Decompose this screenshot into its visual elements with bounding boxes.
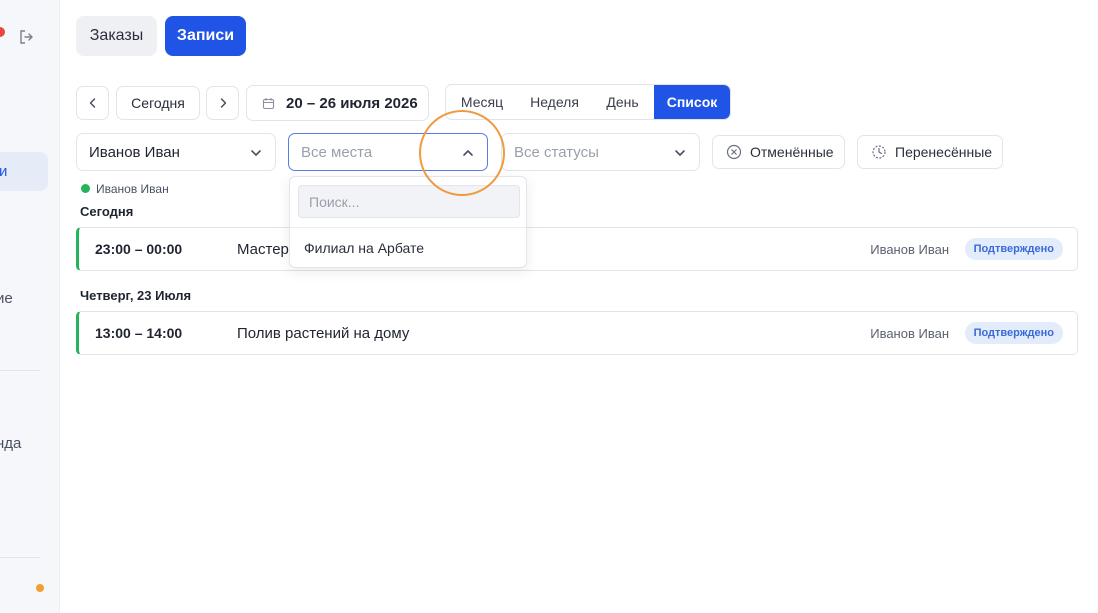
logout-icon[interactable] <box>18 29 34 45</box>
status-badge: Подтверждено <box>964 238 1063 260</box>
rescheduled-filter-label: Перенесённые <box>895 144 993 160</box>
status-dot <box>36 584 44 592</box>
next-period-button[interactable] <box>206 86 239 120</box>
place-option[interactable]: Филиал на Арбате <box>304 240 424 256</box>
sidebar: и ие нда <box>0 0 60 613</box>
event-title: Мастер <box>237 241 289 258</box>
rescheduled-filter-button[interactable]: Перенесённые <box>857 135 1003 169</box>
sidebar-item-active-label: и <box>0 163 7 180</box>
view-day-button[interactable]: День <box>591 85 654 119</box>
date-range-picker[interactable]: 20 – 26 июля 2026 <box>246 85 429 121</box>
cancelled-filter-button[interactable]: Отменённые <box>712 135 845 169</box>
event-time: 23:00 – 00:00 <box>95 241 183 257</box>
event-row[interactable]: 23:00 – 00:00 Мастер Иванов Иван Подтвер… <box>76 227 1078 271</box>
legend-employee-name: Иванов Иван <box>96 182 169 196</box>
clock-icon <box>872 145 886 159</box>
calendar-icon <box>262 97 275 109</box>
tab-orders[interactable]: Заказы <box>76 16 157 56</box>
sidebar-divider <box>0 370 40 371</box>
notification-dot <box>0 27 5 37</box>
places-dropdown: Филиал на Арбате <box>289 176 527 268</box>
employee-select[interactable]: Иванов Иван <box>76 133 276 171</box>
sidebar-divider <box>0 557 40 558</box>
click-highlight-ring <box>419 110 505 196</box>
event-person: Иванов Иван <box>870 326 949 341</box>
event-title: Полив растений на дому <box>237 325 410 342</box>
places-select-placeholder: Все места <box>301 143 373 161</box>
statuses-select[interactable]: Все статусы <box>501 133 700 171</box>
event-row[interactable]: 13:00 – 14:00 Полив растений на дому Ива… <box>76 311 1078 355</box>
date-range-text: 20 – 26 июля 2026 <box>286 94 418 112</box>
statuses-select-placeholder: Все статусы <box>514 143 599 161</box>
tab-bookings[interactable]: Записи <box>165 16 246 56</box>
sidebar-item-label[interactable]: нда <box>0 435 21 452</box>
day-heading: Четверг, 23 Июля <box>80 288 192 303</box>
cancel-circle-icon <box>726 144 742 160</box>
event-time: 13:00 – 14:00 <box>95 325 183 341</box>
places-search-input[interactable] <box>298 185 520 218</box>
employee-select-value: Иванов Иван <box>89 143 180 161</box>
chevron-right-icon <box>220 98 226 108</box>
sidebar-item-label[interactable]: ие <box>0 290 13 307</box>
chevron-left-icon <box>89 98 95 108</box>
cancelled-filter-label: Отменённые <box>750 144 834 160</box>
employee-color-dot <box>81 184 90 193</box>
day-heading: Сегодня <box>80 204 134 219</box>
view-list-button[interactable]: Список <box>654 85 730 119</box>
chevron-down-icon <box>251 150 261 156</box>
view-switcher: Месяц Неделя День Список <box>445 84 731 120</box>
prev-period-button[interactable] <box>76 86 109 120</box>
view-week-button[interactable]: Неделя <box>518 85 591 119</box>
event-person: Иванов Иван <box>870 242 949 257</box>
status-badge: Подтверждено <box>964 322 1063 344</box>
today-button[interactable]: Сегодня <box>116 86 200 120</box>
dropdown-divider <box>290 227 526 228</box>
chevron-down-icon <box>675 150 685 156</box>
